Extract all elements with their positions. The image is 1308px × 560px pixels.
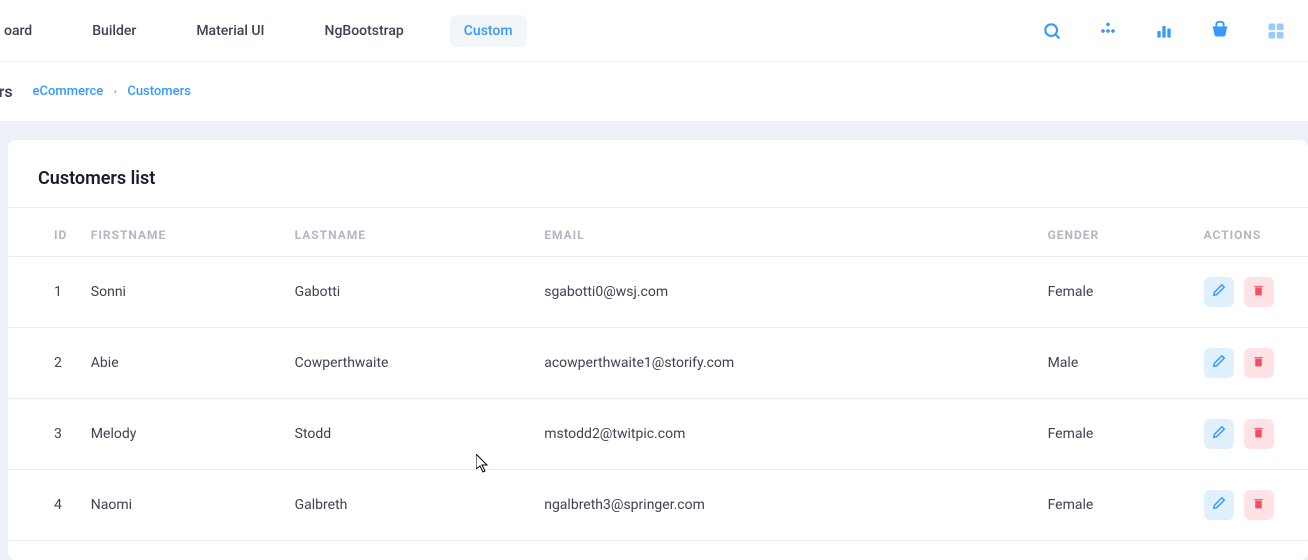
col-header-lastname[interactable]: LASTNAME [285, 208, 535, 257]
col-header-id[interactable]: ID [8, 208, 81, 257]
breadcrumb: eCommerce • Customers [33, 84, 191, 99]
cell-id: 3 [8, 399, 81, 470]
edit-button[interactable] [1204, 348, 1234, 378]
table-row: 3MelodyStoddmstodd2@twitpic.comFemale [8, 399, 1308, 470]
cell-gender: Male [1038, 328, 1194, 399]
customers-table: ID FIRSTNAME LASTNAME EMAIL GENDER ACTIO… [8, 208, 1308, 541]
table-row: 2AbieCowperthwaiteacowperthwaite1@storif… [8, 328, 1308, 399]
cell-id: 2 [8, 328, 81, 399]
breadcrumb-customers[interactable]: Customers [127, 84, 191, 99]
trash-icon [1252, 284, 1265, 301]
delete-button[interactable] [1244, 419, 1274, 449]
edit-icon [1212, 425, 1226, 443]
cell-lastname: Galbreth [285, 470, 535, 541]
chart-icon[interactable] [1150, 17, 1178, 45]
breadcrumb-separator: • [113, 85, 117, 99]
cell-id: 4 [8, 470, 81, 541]
delete-button[interactable] [1244, 277, 1274, 307]
tab-ngbootstrap[interactable]: NgBootstrap [311, 15, 418, 47]
cell-email: acowperthwaite1@storify.com [534, 328, 1037, 399]
search-icon[interactable] [1038, 17, 1066, 45]
top-nav-tabs: oard Builder Material UI NgBootstrap Cus… [0, 15, 527, 47]
col-header-gender[interactable]: GENDER [1038, 208, 1194, 257]
tab-custom[interactable]: Custom [450, 15, 527, 47]
customers-card: Customers list ID FIRSTNAME LASTNAME EMA… [8, 140, 1308, 560]
table-row: 1SonniGabottisgabotti0@wsj.comFemale [8, 257, 1308, 328]
tab-dashboard-partial[interactable]: oard [0, 15, 46, 47]
edit-button[interactable] [1204, 490, 1234, 520]
cell-email: sgabotti0@wsj.com [534, 257, 1037, 328]
cell-firstname: Abie [81, 328, 285, 399]
grid-icon[interactable] [1262, 17, 1290, 45]
table-row: 4NaomiGalbrethngalbreth3@springer.comFem… [8, 470, 1308, 541]
cell-lastname: Gabotti [285, 257, 535, 328]
cell-gender: Female [1038, 470, 1194, 541]
cell-email: ngalbreth3@springer.com [534, 470, 1037, 541]
edit-button[interactable] [1204, 419, 1234, 449]
cell-lastname: Cowperthwaite [285, 328, 535, 399]
cart-icon[interactable] [1206, 17, 1234, 45]
trash-icon [1252, 426, 1265, 443]
cell-email: mstodd2@twitpic.com [534, 399, 1037, 470]
cell-lastname: Stodd [285, 399, 535, 470]
col-header-actions: ACTIONS [1194, 208, 1308, 257]
col-header-email[interactable]: EMAIL [534, 208, 1037, 257]
edit-button[interactable] [1204, 277, 1234, 307]
delete-button[interactable] [1244, 348, 1274, 378]
cell-gender: Female [1038, 399, 1194, 470]
cell-firstname: Sonni [81, 257, 285, 328]
cell-firstname: Naomi [81, 470, 285, 541]
page-title-partial: ers [0, 82, 13, 101]
card-title: Customers list [38, 168, 1278, 189]
cell-gender: Female [1038, 257, 1194, 328]
breadcrumb-ecommerce[interactable]: eCommerce [33, 84, 104, 99]
edit-icon [1212, 496, 1226, 514]
delete-button[interactable] [1244, 490, 1274, 520]
tab-material-ui[interactable]: Material UI [182, 15, 278, 47]
apps-icon[interactable] [1094, 17, 1122, 45]
edit-icon [1212, 354, 1226, 372]
edit-icon [1212, 283, 1226, 301]
cell-id: 1 [8, 257, 81, 328]
cell-firstname: Melody [81, 399, 285, 470]
trash-icon [1252, 497, 1265, 514]
col-header-firstname[interactable]: FIRSTNAME [81, 208, 285, 257]
trash-icon [1252, 355, 1265, 372]
tab-builder[interactable]: Builder [78, 15, 150, 47]
